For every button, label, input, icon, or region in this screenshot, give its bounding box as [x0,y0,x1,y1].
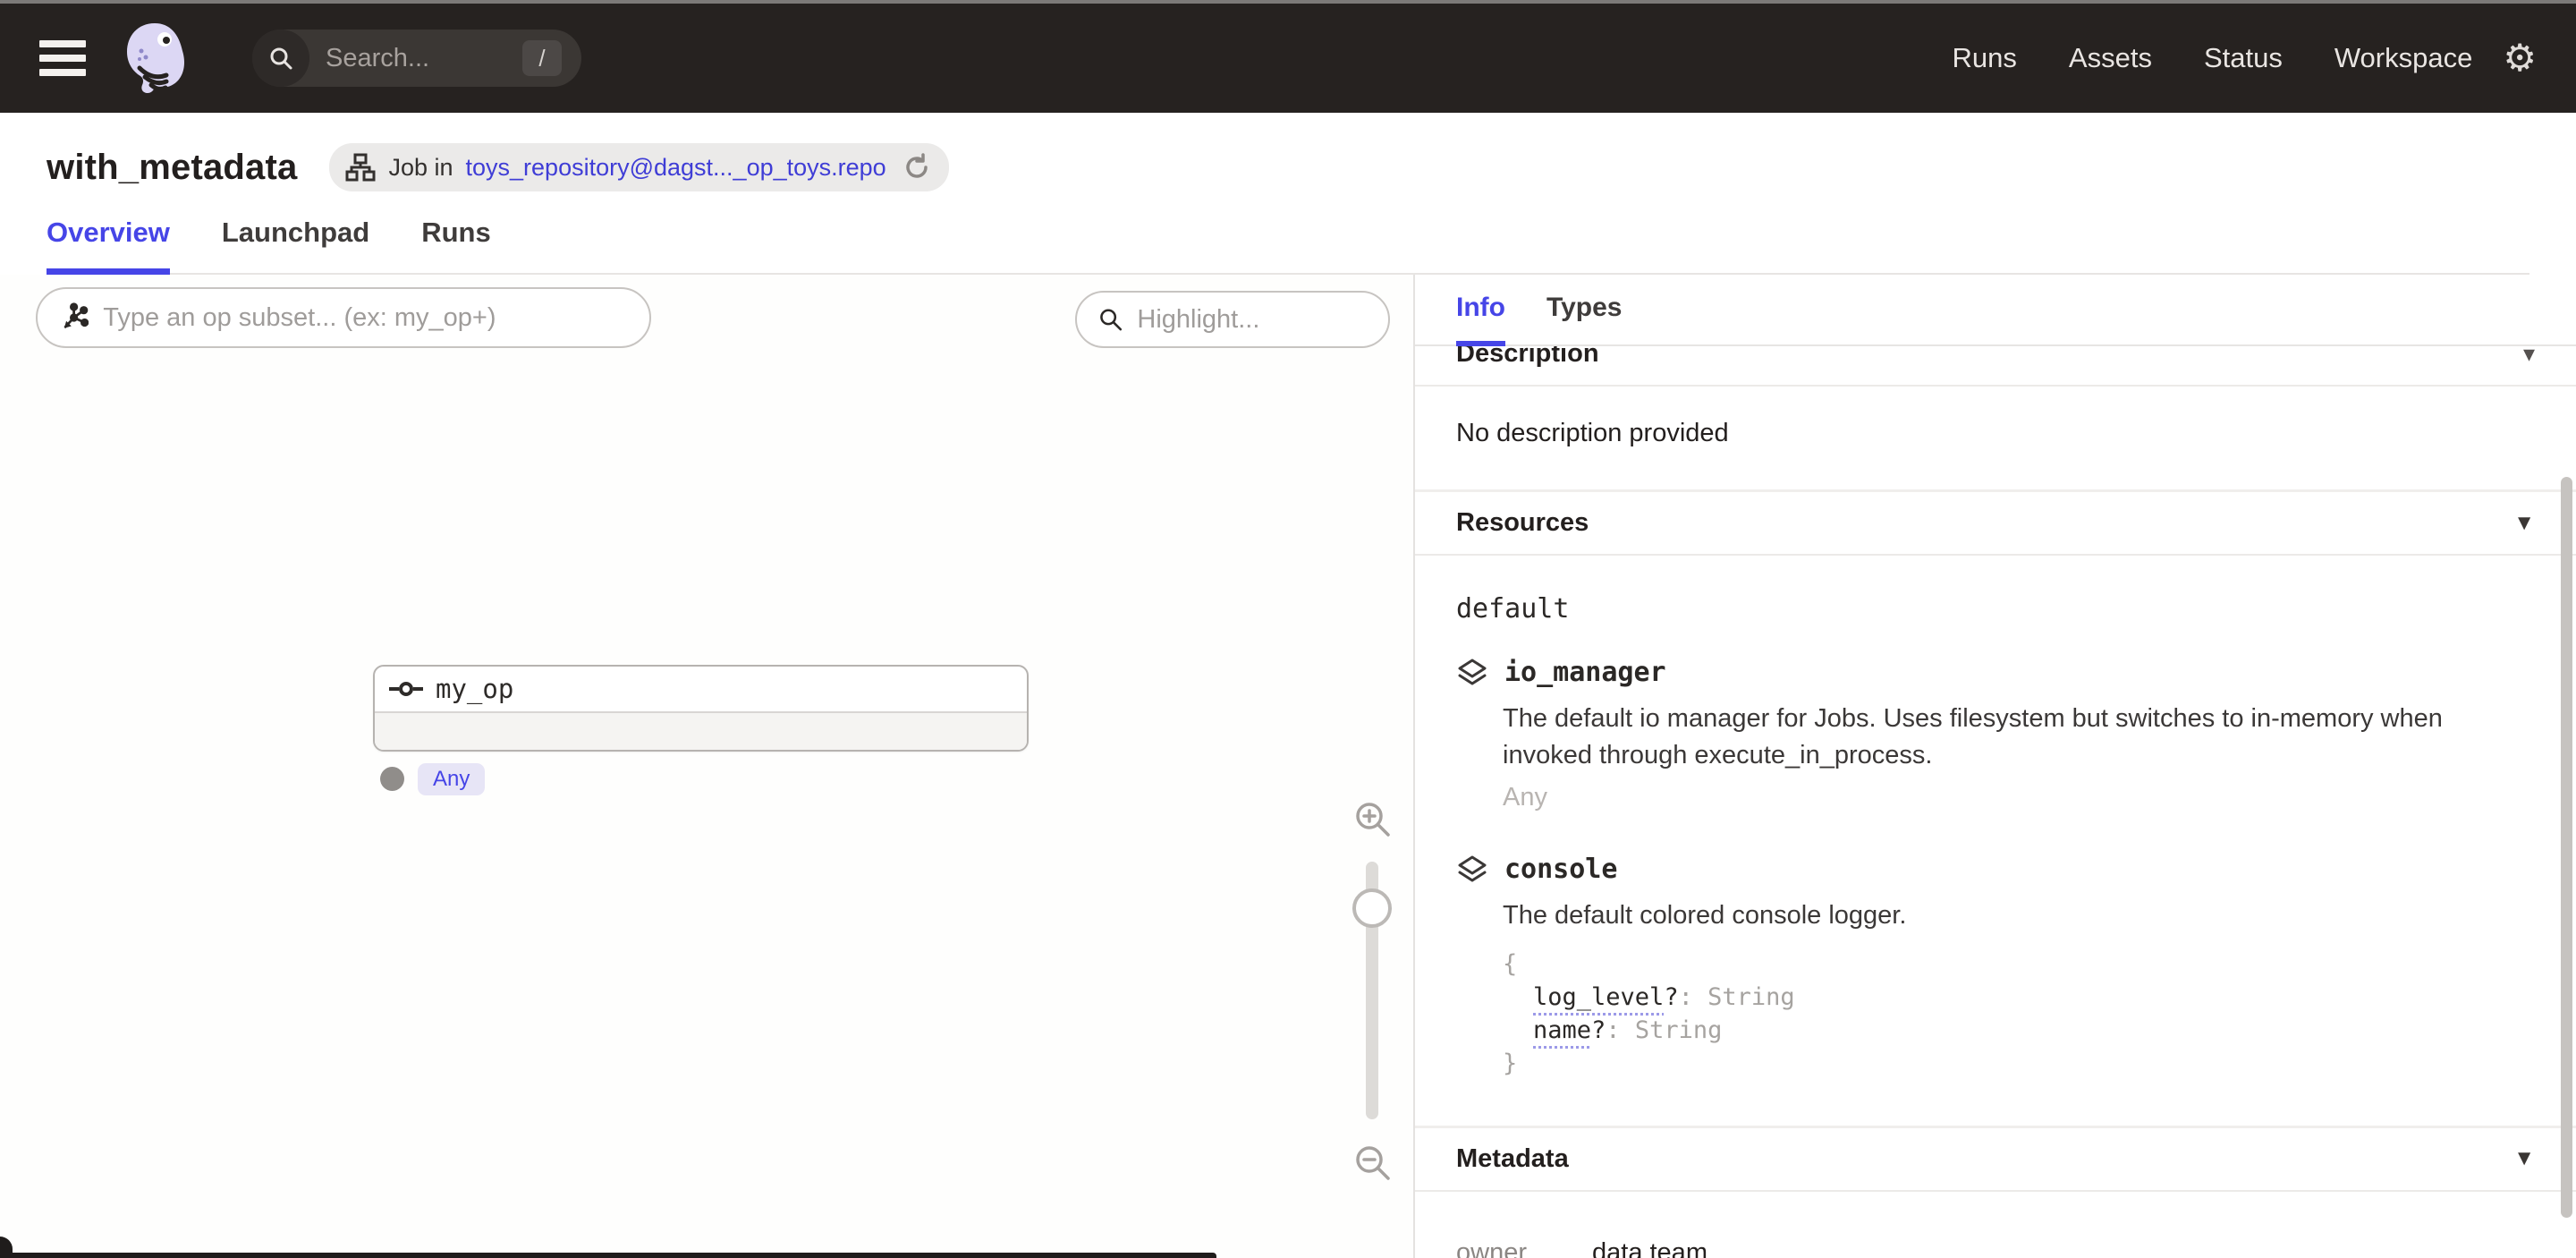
job-repo-link[interactable]: toys_repository@dagst..._op_toys.repo [466,154,886,182]
section-description-header[interactable]: Description ▾ [1415,346,2576,387]
highlight-filter [1075,291,1390,348]
page-header: with_metadata Job in toys_repository@dag… [0,113,2576,275]
info-panel: Info Types Description ▾ No description … [1415,275,2576,1258]
global-search[interactable]: Search... / [252,30,581,87]
metadata-row-owner: owner data team [1456,1238,2535,1258]
refresh-icon[interactable] [902,153,931,182]
tab-types[interactable]: Types [1546,293,1622,344]
resource-group-name: default [1456,593,2535,625]
panel-scrollbar-thumb[interactable] [2561,477,2572,1218]
nav-link-assets[interactable]: Assets [2069,42,2152,74]
nav-link-runs[interactable]: Runs [1953,42,2017,74]
config-separator: : [1679,983,1708,1011]
config-open-brace: { [1503,948,2535,981]
graph-filter-icon [59,302,89,334]
resource-name: console [1504,854,1617,885]
metadata-value: data team [1592,1238,1707,1258]
caret-down-icon: ▼ [2513,1146,2535,1171]
section-resources-header[interactable]: Resources ▼ [1415,492,2576,556]
config-optional-marker: ? [1664,983,1678,1011]
menu-icon[interactable] [39,40,86,76]
config-field-name-row: name?: String [1503,1014,2535,1047]
config-field-name[interactable]: name [1533,1016,1591,1044]
zoom-slider[interactable] [1366,862,1378,1119]
zoom-slider-thumb[interactable] [1352,888,1392,928]
op-subset-filter [36,287,651,348]
resource-name: io_manager [1504,657,1666,688]
window-bottom-edge [0,1253,1216,1258]
config-field-type: String [1635,1016,1723,1044]
section-resources-title: Resources [1456,508,1589,538]
op-icon [389,681,423,697]
nav-link-workspace[interactable]: Workspace [2334,42,2473,74]
description-body: No description provided [1415,387,2576,489]
page-title: with_metadata [47,148,297,188]
metadata-key: owner [1456,1238,1592,1258]
chevron-down-icon: ▾ [2523,346,2535,368]
tab-info[interactable]: Info [1456,293,1505,346]
dagster-logo-icon[interactable] [122,21,188,95]
resource-io-manager: io_manager The default io manager for Jo… [1456,657,2535,812]
zoom-out-icon[interactable] [1352,1143,1392,1182]
op-graph-canvas[interactable]: my_op Any [0,275,1415,1258]
highlight-search-icon [1098,305,1123,334]
tab-overview[interactable]: Overview [47,217,170,275]
config-separator: : [1606,1016,1635,1044]
top-nav: Search... / Runs Assets Status Workspace… [0,4,2576,113]
op-subset-input[interactable] [103,303,628,333]
config-field-type: String [1707,983,1795,1011]
panel-tabs: Info Types [1415,275,2576,346]
op-output-port[interactable] [380,767,404,791]
resource-description: The default colored console logger. [1503,897,2535,934]
config-field-log-level: log_level?: String [1503,981,2535,1014]
nav-links: Runs Assets Status Workspace [1953,42,2473,74]
op-node-name: my_op [436,674,513,704]
config-optional-marker: ? [1591,1016,1606,1044]
section-metadata-header[interactable]: Metadata ▼ [1415,1128,2576,1192]
output-type-badge[interactable]: Any [418,763,485,795]
config-schema: { log_level?: String name?: String } [1503,948,2535,1081]
nav-link-status[interactable]: Status [2204,42,2283,74]
page-tabs: Overview Launchpad Runs [47,217,2529,275]
resource-layers-icon [1456,854,1488,885]
panel-scroll-area[interactable]: Description ▾ No description provided Re… [1415,346,2576,1258]
metadata-content: owner data team link https://dagster.io [1415,1192,2576,1258]
config-close-brace: } [1503,1047,2535,1080]
highlight-input[interactable] [1137,305,1367,335]
zoom-in-icon[interactable] [1352,799,1392,838]
op-node-body [375,713,1027,750]
op-node-my_op[interactable]: my_op [373,665,1029,752]
tab-runs[interactable]: Runs [421,217,491,273]
tab-launchpad[interactable]: Launchpad [222,217,369,273]
resource-console: console The default colored console logg… [1456,854,2535,1080]
section-description-title: Description [1456,346,1599,369]
caret-down-icon: ▼ [2513,511,2535,536]
job-badge: Job in toys_repository@dagst..._op_toys.… [329,143,948,191]
search-shortcut-key: / [522,40,562,76]
gear-icon[interactable]: ⚙ [2503,39,2537,77]
config-field-name[interactable]: log_level [1533,983,1664,1011]
zoom-controls [1336,799,1408,1182]
search-icon [252,30,309,87]
search-placeholder: Search... [326,44,429,73]
resource-layers-icon [1456,658,1488,688]
job-badge-prefix: Job in [388,154,453,182]
resource-type: Any [1503,783,2535,812]
section-metadata-title: Metadata [1456,1144,1569,1174]
resource-description: The default io manager for Jobs. Uses fi… [1503,701,2535,774]
job-graph-icon [345,152,376,183]
resources-content: default io_manager The default io manage… [1415,556,2576,1126]
